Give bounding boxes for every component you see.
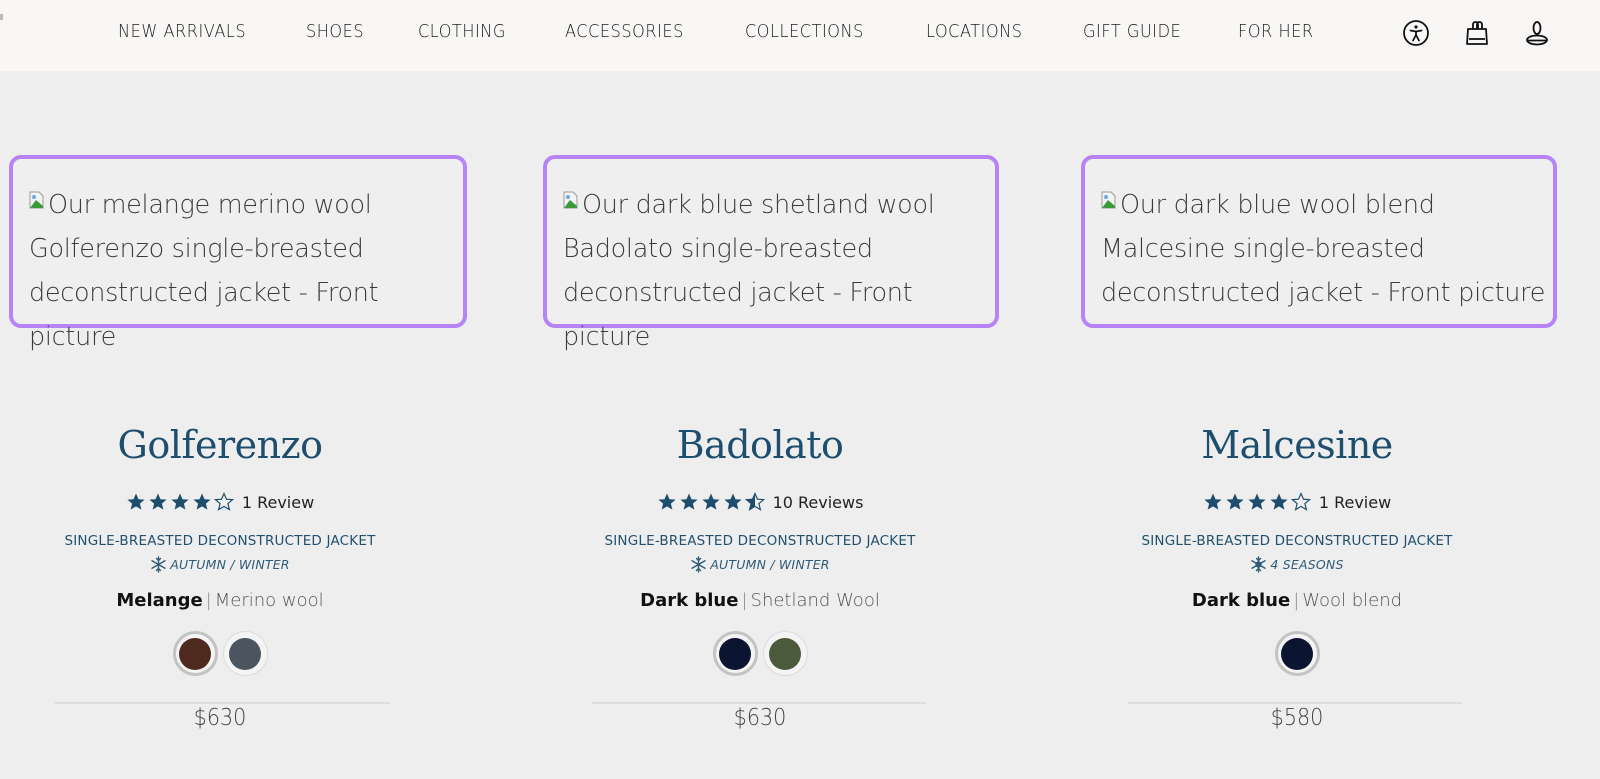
color-swatches [525, 631, 995, 676]
image-alt-text: Our melange merino wool Golferenzo singl… [29, 179, 457, 359]
product-name[interactable]: Badolato [525, 423, 995, 467]
product-price: $580 [1270, 705, 1324, 731]
color-material: Dark blue | Wool blend [1062, 590, 1532, 611]
color-material: Melange | Merino wool [0, 590, 455, 611]
divider [1128, 702, 1462, 704]
star-rating [657, 492, 765, 512]
star-filled-icon [657, 492, 677, 512]
product-card: Our melange merino wool Golferenzo singl… [0, 0, 470, 779]
product-category: SINGLE-BREASTED DECONSTRUCTED JACKET [604, 533, 916, 549]
divider [55, 702, 390, 704]
star-filled-icon [126, 492, 146, 512]
color-swatch-selected[interactable] [712, 631, 758, 676]
star-half-icon [744, 492, 765, 512]
season-label: AUTUMN / WINTER [170, 557, 290, 572]
star-rating [1203, 492, 1311, 512]
season-label: 4 SEASONS [1270, 557, 1344, 572]
product-rating: 1 Review [1062, 492, 1532, 512]
swatch-color-dot [179, 637, 211, 670]
swatch-color-dot [229, 637, 261, 670]
divider [592, 702, 926, 704]
star-filled-icon [1269, 492, 1289, 512]
product-category: SINGLE-BREASTED DECONSTRUCTED JACKET [64, 533, 376, 549]
separator: | [1293, 590, 1300, 611]
star-filled-icon [679, 492, 699, 512]
star-empty-icon [1290, 492, 1311, 512]
star-rating [126, 492, 234, 512]
star-filled-icon [1225, 492, 1245, 512]
color-name: Melange [116, 590, 203, 611]
color-swatch[interactable] [222, 631, 268, 676]
separator: | [205, 590, 212, 611]
product-rating: 10 Reviews [525, 492, 995, 512]
star-filled-icon [701, 492, 721, 512]
swatch-color-dot [769, 637, 801, 670]
product-image[interactable]: Our dark blue wool blend Malcesine singl… [1081, 155, 1557, 328]
product-card: Our dark blue shetland wool Badolato sin… [537, 0, 1007, 779]
review-count[interactable]: 10 Reviews [773, 493, 864, 512]
color-swatches [1062, 631, 1532, 676]
material: Merino wool [214, 590, 324, 611]
color-material: Dark blue | Shetland Wool [525, 590, 995, 611]
star-filled-icon [723, 492, 743, 512]
separator: | [741, 590, 748, 611]
product-price: $630 [193, 705, 247, 731]
swatch-color-dot [1281, 637, 1313, 670]
star-filled-icon [192, 492, 212, 512]
season-row: 4 SEASONS [1062, 556, 1532, 573]
review-count[interactable]: 1 Review [1319, 493, 1391, 512]
product-name[interactable]: Malcesine [1062, 423, 1532, 467]
broken-image-icon [563, 179, 579, 209]
color-swatch-selected[interactable] [172, 631, 218, 676]
swatch-color-dot [719, 637, 751, 670]
star-filled-icon [1247, 492, 1267, 512]
image-alt-text: Our dark blue shetland wool Badolato sin… [563, 179, 989, 359]
star-filled-icon [148, 492, 168, 512]
image-alt-text: Our dark blue wool blend Malcesine singl… [1101, 179, 1547, 315]
product-card: Our dark blue wool blend Malcesine singl… [1073, 0, 1557, 779]
color-swatch-selected[interactable] [1274, 631, 1320, 676]
color-swatch[interactable] [762, 631, 808, 676]
star-filled-icon [170, 492, 190, 512]
product-name[interactable]: Golferenzo [0, 423, 455, 467]
product-price: $630 [733, 705, 787, 731]
star-empty-icon [213, 492, 234, 512]
product-rating: 1 Review [0, 492, 455, 512]
season-label: AUTUMN / WINTER [710, 557, 830, 572]
material: Wool blend [1302, 590, 1403, 611]
snowflake-icon [150, 556, 167, 573]
color-name: Dark blue [1191, 590, 1291, 611]
review-count[interactable]: 1 Review [242, 493, 314, 512]
product-category: SINGLE-BREASTED DECONSTRUCTED JACKET [1141, 533, 1453, 549]
color-swatches [0, 631, 455, 676]
color-name: Dark blue [640, 590, 739, 611]
season-row: AUTUMN / WINTER [0, 556, 455, 573]
sun-snowflake-icon [1250, 556, 1267, 573]
star-filled-icon [1203, 492, 1223, 512]
snowflake-icon [690, 556, 707, 573]
broken-image-icon [29, 179, 45, 209]
broken-image-icon [1101, 179, 1117, 209]
material: Shetland Wool [750, 590, 880, 611]
product-image[interactable]: Our melange merino wool Golferenzo singl… [9, 155, 467, 352]
season-row: AUTUMN / WINTER [525, 556, 995, 573]
product-image[interactable]: Our dark blue shetland wool Badolato sin… [543, 155, 999, 352]
